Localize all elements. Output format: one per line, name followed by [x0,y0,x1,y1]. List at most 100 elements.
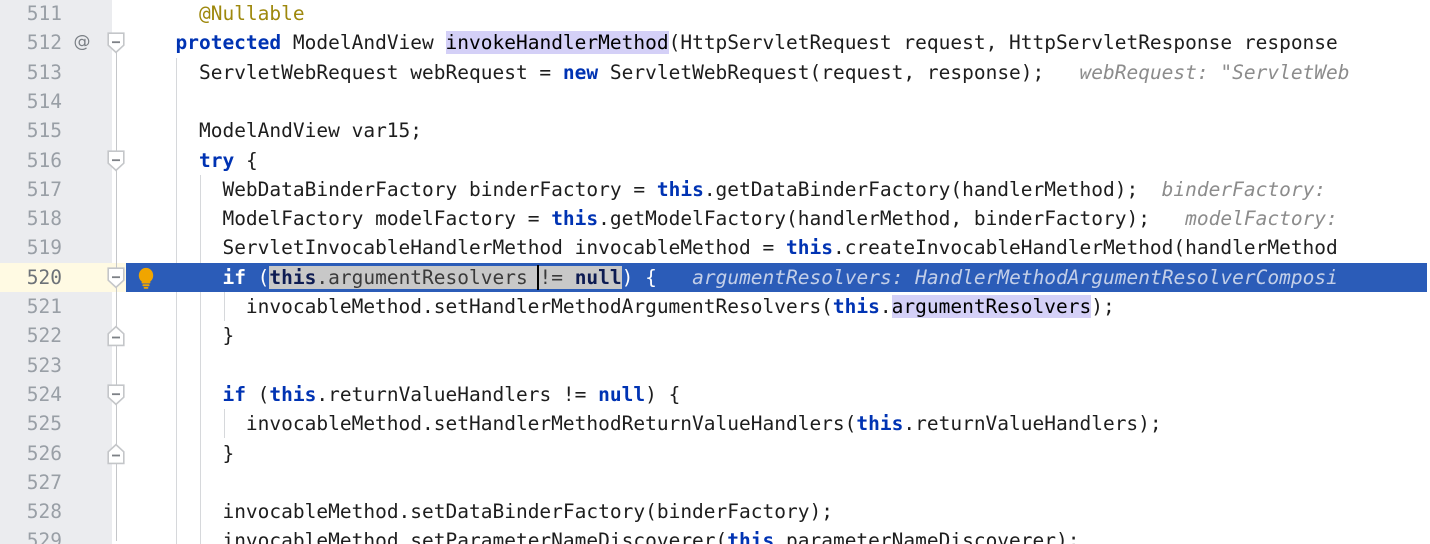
code-token: binderFactory: [1138,177,1327,201]
code-token: invocableMethod.setHandlerMethodReturnVa… [245,412,857,436]
code-line-526[interactable]: } [152,439,234,468]
code-line-515[interactable]: ModelAndView var15; [152,116,422,145]
line-number[interactable]: 521 [0,292,62,321]
code-line-520[interactable]: if (this.argumentResolvers != null) { ar… [152,263,1338,292]
code-line-525[interactable]: invocableMethod.setHandlerMethodReturnVa… [152,409,1162,438]
lightbulb-icon[interactable] [133,265,159,295]
editor-line-row[interactable] [0,87,1430,116]
line-number[interactable]: 519 [0,233,62,262]
line-number[interactable]: 517 [0,175,62,204]
code-token: ) { [645,382,681,406]
line-number[interactable]: 525 [0,409,62,438]
code-token: this [727,529,775,544]
line-number[interactable]: 520 [0,263,62,292]
line-number[interactable]: 526 [0,439,62,468]
code-token: this [269,265,317,289]
code-line-517[interactable]: WebDataBinderFactory binderFactory = thi… [152,175,1326,204]
line-number[interactable]: 523 [0,351,62,380]
code-token: invocableMethod.setParameterNameDiscover… [222,529,728,544]
code-token: this [785,236,833,260]
code-token: new [562,60,599,84]
code-token: } [222,441,235,465]
code-line-518[interactable]: ModelFactory modelFactory = this.getMode… [152,204,1338,233]
line-number[interactable]: 513 [0,58,62,87]
code-token: argumentResolvers [891,295,1092,318]
code-token: null [574,265,622,289]
code-token: webRequest: "ServletWeb [1044,60,1350,84]
code-token: invocableMethod.setDataBinderFactory(bin… [222,500,833,524]
code-token: .getDataBinderFactory(handlerMethod); [703,177,1139,201]
line-number[interactable]: 514 [0,87,62,116]
code-token: invokeHandlerMethod [445,31,669,55]
code-token: .returnValueHandlers); [903,412,1162,436]
line-number[interactable]: 512 [0,28,62,57]
code-line-529[interactable]: invocableMethod.setParameterNameDiscover… [152,526,1080,544]
code-line-513[interactable]: ServletWebRequest webRequest = new Servl… [152,58,1350,87]
code-token: . [879,295,892,318]
gutter-annotation-marker[interactable]: @ [72,28,92,57]
code-token: if [222,382,246,406]
code-line-519[interactable]: ServletInvocableHandlerMethod invocableM… [152,233,1338,262]
code-token: this [551,207,599,231]
fold-toggle-516[interactable] [107,149,125,172]
fold-toggle-512[interactable] [107,32,125,54]
line-number[interactable]: 518 [0,204,62,233]
editor-line-row[interactable] [0,468,1430,497]
line-number[interactable]: 522 [0,321,62,350]
code-token: try [198,148,235,172]
fold-toggle-524[interactable] [107,384,125,406]
code-token: .parameterNameDiscoverer); [774,529,1080,544]
code-token: { [234,148,258,172]
line-number[interactable]: 515 [0,116,62,145]
editor-line-row[interactable] [0,351,1430,380]
code-token: if [222,265,246,289]
code-token: this [832,295,880,318]
code-token: WebDataBinderFactory binderFactory = [222,177,657,201]
code-line-521[interactable]: invocableMethod.setHandlerMethodArgument… [152,292,1115,321]
code-line-511[interactable]: @Nullable [152,0,305,28]
code-line-528[interactable]: invocableMethod.setDataBinderFactory(bin… [152,497,833,526]
code-token: } [222,324,235,348]
line-number[interactable]: 511 [0,0,62,28]
line-number[interactable]: 524 [0,380,62,409]
line-number[interactable]: 529 [0,526,62,544]
code-token: .returnValueHandlers != [316,382,599,406]
code-token: .argumentResolvers [316,265,528,289]
fold-toggle-522[interactable] [107,325,125,347]
code-line-516[interactable]: try { [152,146,258,175]
code-token: ModelFactory modelFactory = [222,207,552,231]
line-number[interactable]: 527 [0,468,62,497]
code-line-524[interactable]: if (this.returnValueHandlers != null) { [152,380,680,409]
code-token: modelFactory: [1149,207,1338,231]
fold-region-line [115,42,117,542]
code-token: null [598,382,646,406]
code-editor[interactable]: 511 512 513 514 515 516 517 518 519 520 521 522 523 5… [0,0,1430,544]
fold-toggle-526[interactable] [107,443,125,465]
code-token: .createInvocableHandlerMethod(handlerMet… [832,236,1338,260]
code-token: @Nullable [198,2,305,25]
code-line-522[interactable]: } [152,321,234,350]
line-number[interactable]: 528 [0,497,62,526]
code-token: this [856,412,904,436]
code-token: ModelAndView var15; [198,119,423,143]
code-token: this [656,177,704,201]
line-number[interactable]: 516 [0,146,62,175]
fold-toggle-520[interactable] [107,267,125,289]
code-line-512[interactable]: protected ModelAndView invokeHandlerMeth… [152,28,1338,57]
code-token: .getModelFactory(handlerMethod, binderFa… [598,207,1150,231]
